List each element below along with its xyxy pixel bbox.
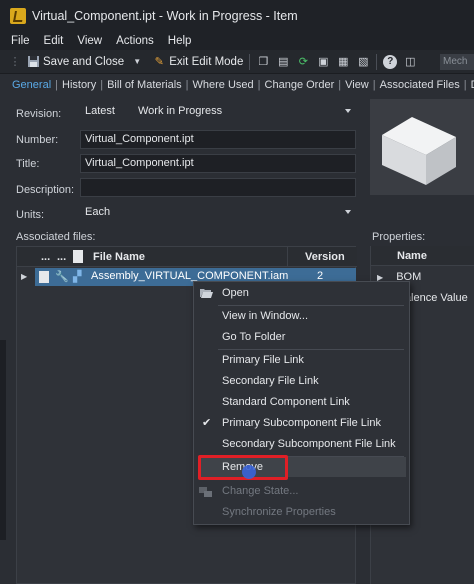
menu-item-primary-subcomponent-file-link[interactable]: ✔ Primary Subcomponent File Link <box>194 413 409 433</box>
vault-app-icon <box>10 8 26 24</box>
help-icon[interactable]: ? <box>383 54 398 69</box>
menu-item-secondary-file-link[interactable]: Secondary File Link <box>194 371 409 391</box>
model-thumbnail <box>370 99 474 195</box>
tab-strip: General | History | Bill of Materials | … <box>0 76 474 94</box>
report-icon[interactable]: ▧ <box>356 55 370 69</box>
dropdown-arrow-icon <box>345 109 351 113</box>
document-icon <box>39 271 49 283</box>
menu-actions[interactable]: Actions <box>116 35 154 47</box>
associated-files-label: Associated files: <box>16 231 96 243</box>
units-label: Units: <box>16 209 45 221</box>
wrench-icon: 🔧 <box>55 271 69 283</box>
menu-view[interactable]: View <box>77 35 102 47</box>
checkmark-icon: ✔ <box>202 417 212 429</box>
menu-file[interactable]: File <box>11 35 30 47</box>
properties-header-row: Name <box>371 246 474 266</box>
units-value: Each <box>85 206 111 218</box>
toolbar-separator <box>376 53 378 70</box>
tab-where-used[interactable]: Where Used <box>189 79 258 91</box>
menu-bar: File Edit View Actions Help <box>0 32 474 50</box>
box-model-icon <box>382 117 456 185</box>
properties-label: Properties: <box>372 231 426 243</box>
save-and-close-label: Save and Close <box>43 55 125 68</box>
toolbar: ⋮ Save and Close ▼ ✎ Exit Edit Mode ❐ ▤ … <box>0 50 474 74</box>
window-title: Virtual_Component.ipt - Work in Progress… <box>32 9 298 23</box>
column-dots-1[interactable]: ... <box>41 251 50 263</box>
tab-history[interactable]: History <box>58 79 100 91</box>
print-preview-icon[interactable]: ▦ <box>336 55 350 69</box>
menu-item-change-state[interactable]: Change State... <box>194 481 409 501</box>
tab-associated-files[interactable]: Associated Files <box>376 79 464 91</box>
toolbar-separator <box>249 53 251 70</box>
assembly-icon: ▞ <box>73 271 82 283</box>
toolbar-grip-icon: ⋮ <box>9 56 21 68</box>
open-label: Open <box>222 287 249 299</box>
menu-edit[interactable]: Edit <box>44 35 64 47</box>
save-dropdown-icon[interactable]: ▼ <box>130 55 144 69</box>
description-label: Description: <box>16 184 75 196</box>
primary-subcomponent-label: Primary Subcomponent File Link <box>222 417 381 429</box>
menu-item-synchronize-properties[interactable]: Synchronize Properties <box>194 502 409 522</box>
item-window: Virtual_Component.ipt - Work in Progress… <box>0 0 474 584</box>
tab-change-order[interactable]: Change Order <box>261 79 339 91</box>
save-icon <box>26 55 40 69</box>
description-field[interactable] <box>80 178 356 197</box>
revision-dropdown[interactable]: Latest Work in Progress <box>80 102 356 121</box>
number-label: Number: <box>16 134 59 146</box>
title-bar: Virtual_Component.ipt - Work in Progress… <box>0 0 474 32</box>
title-field[interactable]: Virtual_Component.ipt <box>80 154 356 173</box>
file-type-icon <box>73 250 83 263</box>
column-divider <box>287 247 288 267</box>
column-file-name[interactable]: File Name <box>93 251 145 263</box>
number-field[interactable]: Virtual_Component.ipt <box>80 130 356 149</box>
context-menu: Open View in Window... Go To Folder Prim… <box>193 281 410 525</box>
menu-item-view-in-window[interactable]: View in Window... <box>194 306 409 326</box>
mouse-cursor-icon <box>242 465 256 479</box>
folder-open-icon <box>199 286 213 306</box>
expand-arrow-icon[interactable]: ▶ <box>21 272 27 281</box>
column-name[interactable]: Name <box>397 250 427 262</box>
paste-icon[interactable]: ▤ <box>276 55 290 69</box>
exit-edit-mode-label: Exit Edit Mode <box>169 55 244 68</box>
split-view-icon[interactable]: ◫ <box>403 55 417 69</box>
tab-data[interactable]: Da <box>467 79 474 91</box>
units-dropdown[interactable]: Each <box>80 203 356 222</box>
tab-general[interactable]: General <box>0 79 55 91</box>
dropdown-arrow-icon <box>345 210 351 214</box>
menu-item-primary-file-link[interactable]: Primary File Link <box>194 350 409 370</box>
column-dots-2[interactable]: ... <box>57 251 66 263</box>
title-label: Title: <box>16 158 40 170</box>
search-input[interactable]: Mech <box>440 53 474 70</box>
tab-view[interactable]: View <box>341 79 373 91</box>
files-header-row: ... ... File Name Version <box>17 247 357 267</box>
left-edge-strip <box>0 340 6 540</box>
save-and-close-button[interactable]: Save and Close <box>26 55 124 69</box>
pencil-icon: ✎ <box>154 56 164 68</box>
column-version[interactable]: Version <box>305 251 345 263</box>
change-state-label: Change State... <box>222 485 299 497</box>
menu-item-standard-component-link[interactable]: Standard Component Link <box>194 392 409 412</box>
revision-value: Latest <box>85 105 115 117</box>
menu-item-secondary-subcomponent-file-link[interactable]: Secondary Subcomponent File Link <box>194 434 409 454</box>
menu-item-open[interactable]: Open <box>194 283 409 303</box>
revision-state: Work in Progress <box>138 105 223 117</box>
menu-help[interactable]: Help <box>168 35 192 47</box>
exit-edit-mode-button[interactable]: ✎ Exit Edit Mode <box>148 55 244 69</box>
copy-icon[interactable]: ❐ <box>256 55 270 69</box>
revision-label: Revision: <box>16 108 62 120</box>
print-icon[interactable]: ▣ <box>316 55 330 69</box>
tab-bill-of-materials[interactable]: Bill of Materials <box>103 79 186 91</box>
refresh-icon[interactable]: ⟳ <box>296 55 310 69</box>
menu-item-go-to-folder[interactable]: Go To Folder <box>194 327 409 347</box>
